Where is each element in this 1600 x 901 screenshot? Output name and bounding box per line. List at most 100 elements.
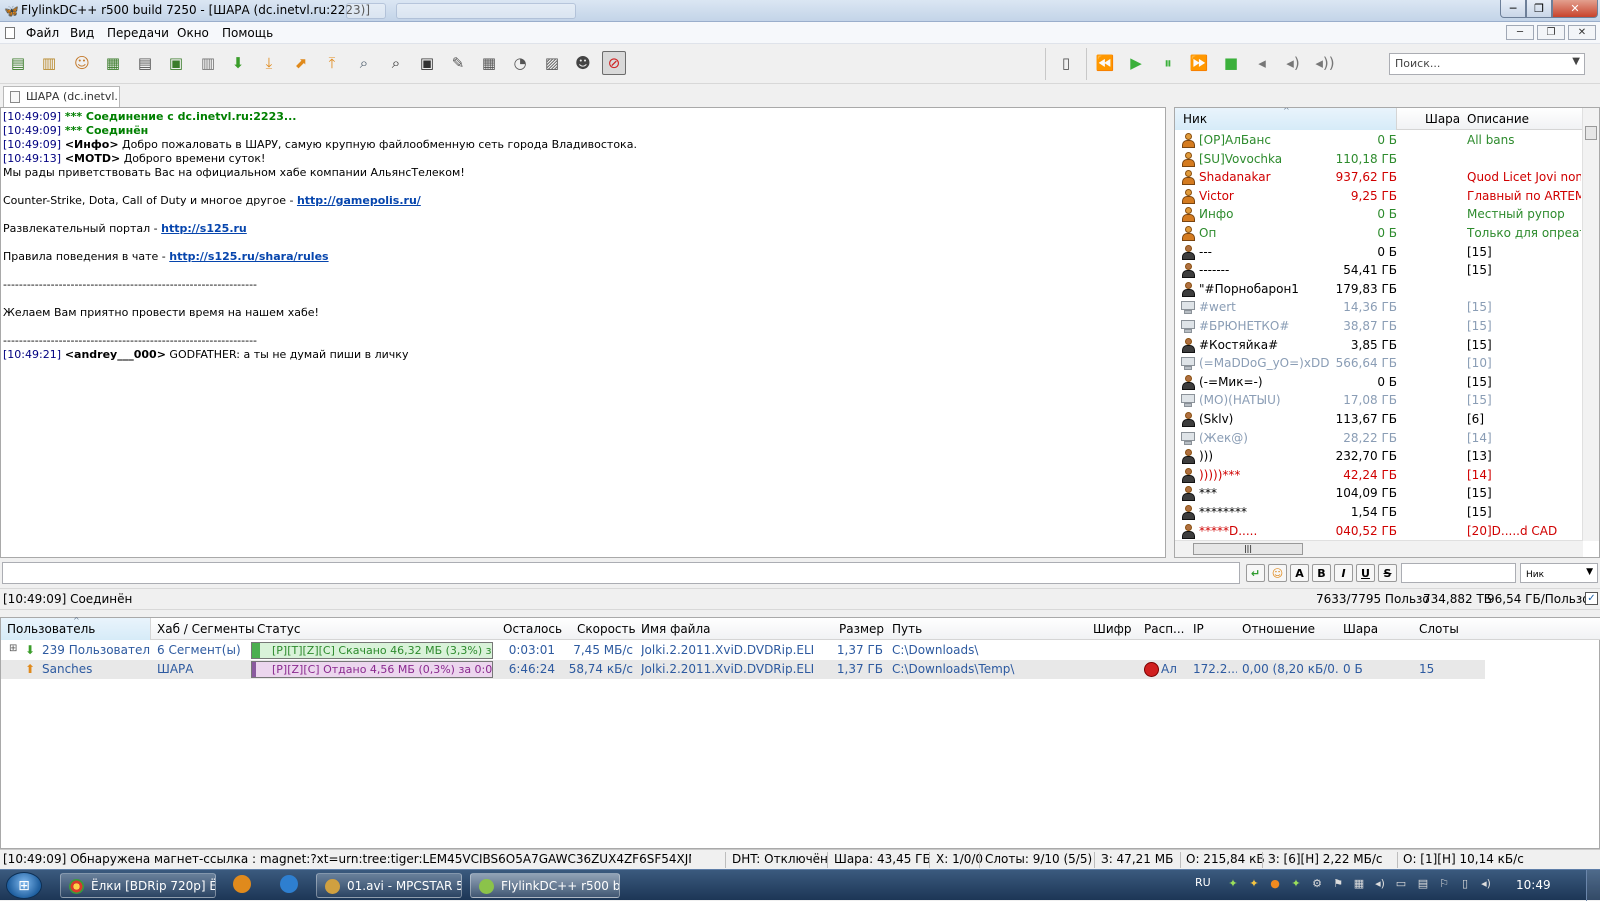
user-row[interactable]: *** 104,09 ГБ [15] [1175,484,1583,503]
user-row[interactable]: --- 0 Б [15] [1175,243,1583,262]
player-next-icon[interactable]: ⏩ [1187,51,1211,75]
user-row[interactable]: ------- 54,41 ГБ [15] [1175,261,1583,280]
show-desktop-button[interactable] [1586,870,1600,901]
user-row[interactable]: [SU]Vovochka 110,18 ГБ [1175,150,1583,169]
column-slots[interactable]: Слоты [1419,622,1459,636]
ie-icon[interactable] [280,875,298,893]
column-ratio[interactable]: Отношение [1242,622,1315,636]
user-row[interactable]: #Костяйка# 3,85 ГБ [15] [1175,336,1583,355]
user-row[interactable]: (Sklv) 113,67 ГБ [6] [1175,410,1583,429]
column-time-left[interactable]: Осталось [503,622,562,636]
flylink-tray-icon[interactable]: ✦ [1226,877,1240,891]
column-ip[interactable]: IP [1193,622,1204,636]
favorite-hubs-icon[interactable]: ▥ [37,51,61,75]
column-size[interactable]: Размер [839,622,884,636]
menu-view[interactable]: Вид [70,26,94,40]
transfer-row-download[interactable]: ⊞ ⬇ 239 Пользователи 6 Сегмент(ы) [P][T]… [1,641,1485,660]
language-indicator[interactable]: RU [1195,876,1211,889]
taskbar-item-browser[interactable]: Ёлки [BDRip 720p] Ё... [60,873,216,898]
away-icon[interactable]: ⊘ [602,51,626,75]
user-row[interactable]: (-=Мик=-) 0 Б [15] [1175,373,1583,392]
volume-mid-icon[interactable]: ◂) [1281,51,1305,75]
cdm-debug-icon[interactable]: ☻ [571,51,595,75]
send-icon[interactable]: ↵ [1246,564,1265,582]
column-share[interactable]: Шара [1425,112,1460,126]
user-row[interactable]: Victor 9,25 ГБ Главный по ARTEM- [1175,187,1583,206]
user-row[interactable]: ******** 1,54 ГБ [15] [1175,503,1583,522]
transfer-row-upload[interactable]: ⬆ Sanches ШАРА [P][Z][C] Отдано 4,56 МБ … [1,660,1485,679]
player-settings-icon[interactable]: ▯ [1054,51,1078,75]
download-queue-icon[interactable]: ▦ [101,51,125,75]
start-button[interactable]: ⊞ [6,872,42,899]
tray-icon[interactable]: ⚙ [1310,877,1324,891]
bold-button[interactable]: B [1312,564,1331,582]
transfers-panel[interactable]: Пользователь ^ Хаб / Сегменты Статус Ост… [0,616,1600,849]
user-row[interactable]: Инфо 0 Б Местный рупор [1175,205,1583,224]
player-stop-icon[interactable]: ■ [1219,51,1243,75]
user-row[interactable]: #wert 14,36 ГБ [15] [1175,298,1583,317]
user-row[interactable]: )))))*** 42,24 ГБ [14] [1175,466,1583,485]
emoticon-icon[interactable]: ☺ [1268,564,1287,582]
player-play-icon[interactable]: ▶ [1124,51,1148,75]
scroll-thumb[interactable] [1585,126,1597,140]
tray-icon[interactable]: ⚐ [1437,877,1451,891]
column-speed[interactable]: Скорость [577,622,636,636]
menu-help[interactable]: Помощь [222,26,273,40]
font-icon[interactable]: A [1290,564,1309,582]
public-hubs-icon[interactable]: ▤ [6,51,30,75]
chat-nick[interactable]: <andrey___000> [61,348,166,361]
player-prev-icon[interactable]: ⏪ [1093,51,1117,75]
chevron-down-icon[interactable]: ▼ [1572,56,1580,67]
user-row[interactable]: ))) 232,70 ГБ [13] [1175,447,1583,466]
mdi-restore-button[interactable]: ❐ [1537,25,1565,40]
system-log-icon[interactable]: ◔ [508,51,532,75]
tray-icon[interactable]: ▯ [1458,877,1472,891]
chat-window[interactable]: [10:49:09] *** Соединение с dc.inetvl.ru… [0,107,1166,558]
column-user[interactable]: Пользователь [7,622,95,636]
chat-link[interactable]: http://gamepolis.ru/ [297,194,421,207]
chevron-down-icon[interactable]: ▼ [1586,567,1593,577]
column-cipher[interactable]: Шифр [1093,622,1132,636]
minimize-button[interactable]: ─ [1500,0,1526,18]
column-path[interactable]: Путь [892,622,922,636]
underline-button[interactable]: U [1356,564,1375,582]
user-row[interactable]: (Жек@) 28,22 ГБ [14] [1175,429,1583,448]
mdi-close-button[interactable]: ✕ [1568,25,1596,40]
scroll-thumb[interactable]: ||| [1193,543,1303,555]
mdi-minimize-button[interactable]: ─ [1506,25,1534,40]
tray-icon[interactable]: ✦ [1289,877,1303,891]
download-icon[interactable]: ⬇ [226,51,250,75]
taskbar-item-player[interactable]: 01.avi - MPCSTAR 5.4 [316,873,462,898]
upload-icon[interactable]: ⬈ [289,51,313,75]
flag-tray-icon[interactable]: ⚑ [1331,877,1345,891]
network-stats-icon[interactable]: ▦ [477,51,501,75]
column-description[interactable]: Описание [1467,112,1529,126]
user-row[interactable]: "#Порнобарон1 179,83 ГБ [1175,280,1583,299]
close-button[interactable]: ✕ [1552,0,1598,18]
search-icon[interactable]: ⌕ [352,51,376,75]
finished-downloads-icon[interactable]: ▤ [133,51,157,75]
recent-hubs-icon[interactable]: ▨ [540,51,564,75]
menu-transfers[interactable]: Передачи [107,26,169,40]
network-icon[interactable]: ▭ [1394,877,1408,891]
user-list[interactable]: Ник ^ Шара Описание [OP]АлБанс 0 Б All ban… [1174,107,1600,558]
menu-file[interactable]: Файл [26,26,59,40]
finished-uploads-icon[interactable]: ▥ [196,51,220,75]
tray-icon[interactable]: ▤ [1416,877,1430,891]
column-geo[interactable]: Расп... [1144,622,1184,636]
adl-search-icon[interactable]: ⌕ [384,51,408,75]
chat-link[interactable]: http://s125.ru [161,222,247,235]
user-row[interactable]: Shadanakar 937,62 ГБ Quod Licet Jovi non L [1175,168,1583,187]
user-row[interactable]: #БРЮНЕТКО# 38,87 ГБ [15] [1175,317,1583,336]
tab-hub-shara[interactable]: ШАРА (dc.inetvl.... [3,86,120,107]
player-pause-icon[interactable]: ⏸ [1156,51,1180,75]
favorite-users-icon[interactable]: ☺ [70,51,94,75]
speaker-icon[interactable]: ◂) [1479,877,1493,891]
pinned-app-icon[interactable] [233,875,251,893]
tray-icon[interactable]: ✦ [1247,877,1261,891]
volume-low-icon[interactable]: ◂ [1250,51,1274,75]
show-userlist-checkbox[interactable]: ✓ [1585,592,1598,605]
column-hub-segments[interactable]: Хаб / Сегменты [157,622,254,636]
document-icon[interactable] [5,27,15,39]
user-row[interactable]: [OP]АлБанс 0 Б All bans [1175,131,1583,150]
